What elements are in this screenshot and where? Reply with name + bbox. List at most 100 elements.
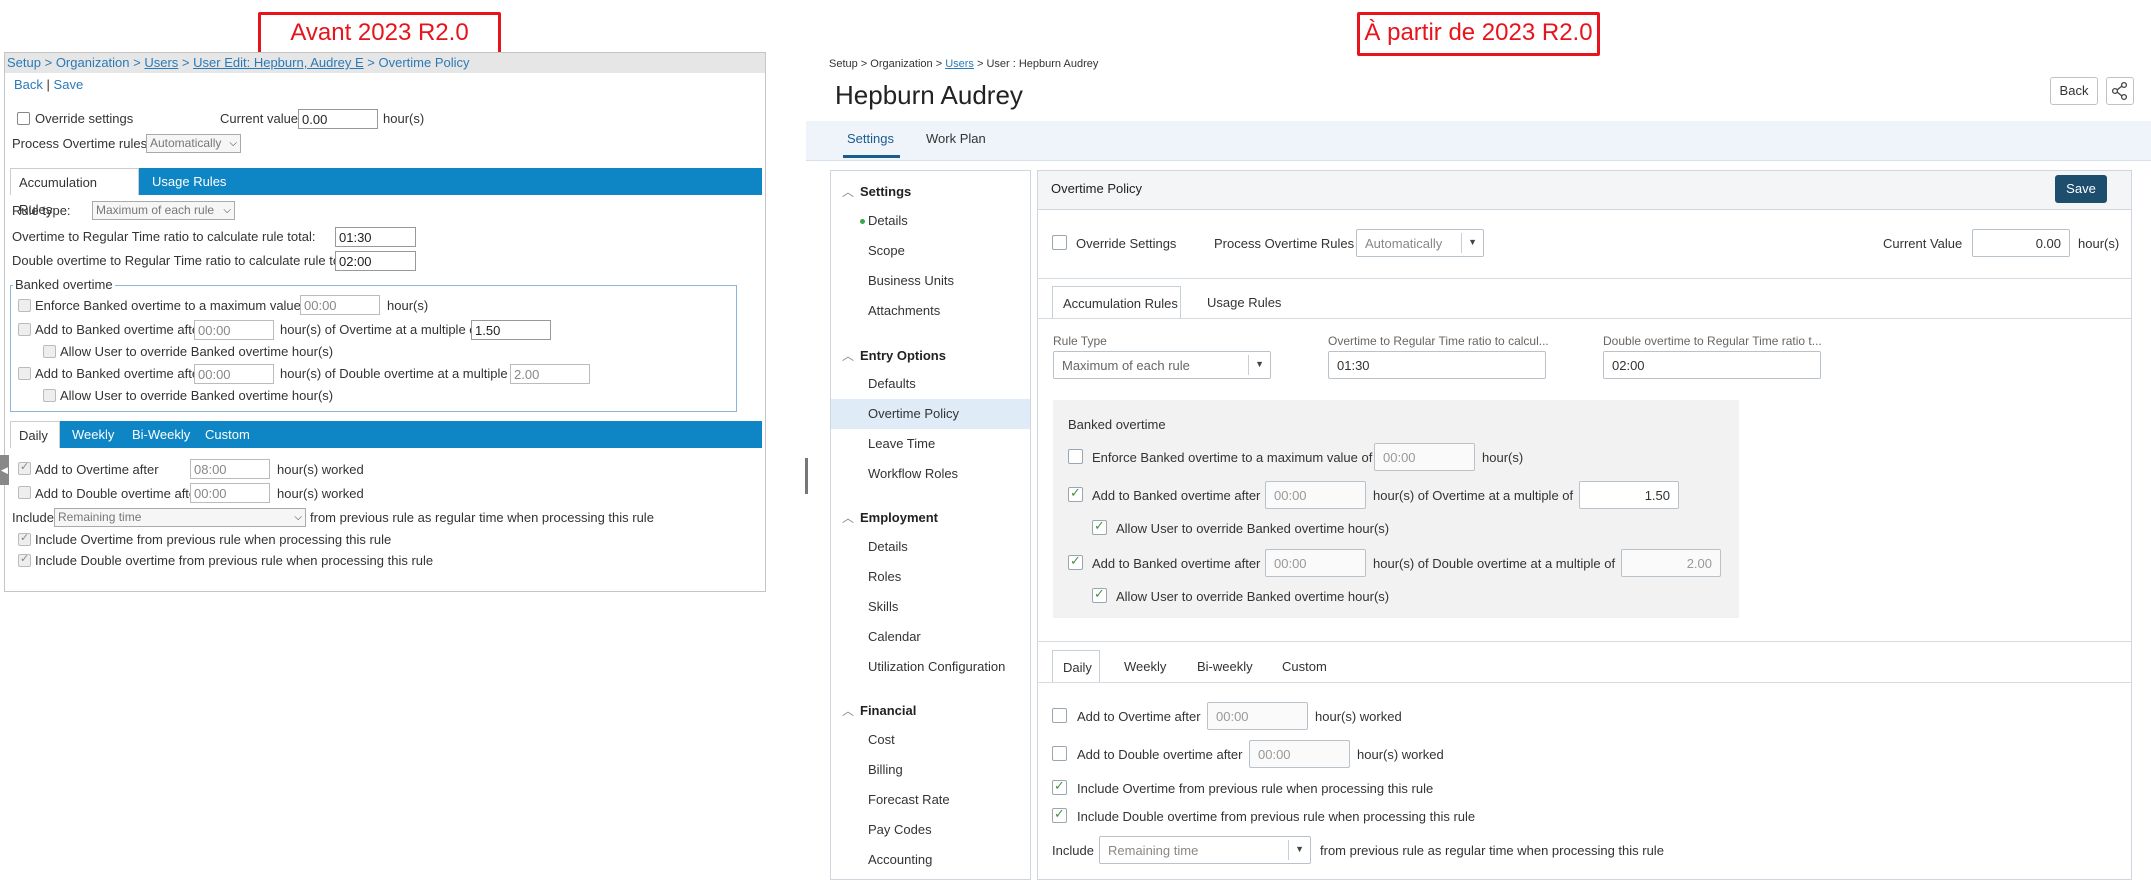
breadcrumb-setup[interactable]: Setup: [7, 55, 41, 70]
rules-tab-bar: Accumulation Rules Usage Rules: [10, 168, 762, 217]
rule-type-select[interactable]: Maximum of each rule ▼: [1053, 351, 1271, 379]
allow-override-checkbox[interactable]: [1092, 518, 1107, 535]
add-banked-ot-input[interactable]: 00:00: [1265, 481, 1366, 509]
select-divider: [1461, 233, 1462, 253]
tab-daily[interactable]: Daily: [10, 421, 60, 448]
add-banked-dot-input[interactable]: 00:00: [1265, 549, 1366, 577]
tab-weekly[interactable]: Weekly: [64, 421, 122, 448]
rule-type-select[interactable]: Maximum of each rule ⌵: [92, 201, 235, 220]
dot-ratio-input[interactable]: [335, 251, 416, 271]
sidebar-item-accounting[interactable]: Accounting: [868, 852, 932, 867]
sidebar-item-scope[interactable]: Scope: [868, 243, 905, 258]
back-button[interactable]: Back: [2050, 77, 2098, 105]
tab-bi-weekly[interactable]: Bi-Weekly: [124, 421, 198, 448]
add-dot-checkbox[interactable]: [1052, 746, 1067, 761]
sidebar-item-cost[interactable]: Cost: [868, 732, 895, 747]
sidebar-group-entry-options[interactable]: ︿ Entry Options: [842, 347, 946, 364]
sidebar-item-business-units[interactable]: Business Units: [868, 273, 954, 288]
sidebar-item-employment-details[interactable]: Details: [868, 539, 908, 554]
sidebar-group-settings[interactable]: ︿ Settings: [842, 183, 911, 200]
breadcrumb-user-edit[interactable]: User Edit: Hepburn, Audrey E: [193, 55, 364, 70]
sidebar-item-billing[interactable]: Billing: [868, 762, 903, 777]
dot-ratio-input[interactable]: 02:00: [1603, 351, 1821, 379]
save-button[interactable]: Save: [2055, 175, 2107, 203]
back-link[interactable]: Back: [14, 77, 43, 92]
add-banked-dot-checkbox[interactable]: [1068, 553, 1083, 570]
add-ot-checkbox[interactable]: [18, 460, 31, 475]
enforce-banked-input[interactable]: [300, 295, 380, 315]
sidebar-group-employment[interactable]: ︿ Employment: [842, 509, 938, 526]
sidebar-item-forecast-rate[interactable]: Forecast Rate: [868, 792, 950, 807]
save-link[interactable]: Save: [54, 77, 84, 92]
splitter-handle[interactable]: [805, 458, 808, 494]
tab-usage-rules[interactable]: Usage Rules: [144, 168, 234, 195]
sidebar-item-workflow-roles[interactable]: Workflow Roles: [868, 466, 958, 481]
tab-work-plan[interactable]: Work Plan: [926, 131, 986, 146]
include-ot-checkbox[interactable]: [1052, 778, 1067, 795]
add-dot-input[interactable]: 00:00: [1249, 740, 1350, 768]
add-banked-ot-input[interactable]: [194, 320, 274, 340]
add-banked-ot-checkbox[interactable]: [1068, 485, 1083, 502]
include-dot-checkbox[interactable]: [1052, 806, 1067, 823]
tab-custom[interactable]: Custom: [197, 421, 258, 448]
override-settings-checkbox[interactable]: [1052, 235, 1067, 250]
include-select[interactable]: Remaining time ⌵: [54, 508, 306, 527]
tab-daily[interactable]: Daily: [1052, 650, 1100, 683]
ot-ratio-input[interactable]: [335, 227, 416, 247]
add-banked-dot-checkbox[interactable]: [18, 367, 31, 380]
sidebar-item-leave-time[interactable]: Leave Time: [868, 436, 935, 451]
current-value-input[interactable]: 0.00: [1972, 229, 2070, 257]
add-dot-input[interactable]: [190, 483, 270, 503]
add-ot-input[interactable]: 00:00: [1207, 702, 1308, 730]
process-overtime-select[interactable]: Automatically ▼: [1356, 229, 1484, 257]
tab-custom[interactable]: Custom: [1282, 659, 1327, 674]
current-value-input[interactable]: [298, 109, 378, 129]
sidebar-item-details[interactable]: Details: [868, 213, 908, 228]
sidebar-item-defaults[interactable]: Defaults: [868, 376, 916, 391]
allow-override-2-checkbox[interactable]: [1092, 586, 1107, 603]
sidebar-item-roles[interactable]: Roles: [868, 569, 901, 584]
add-banked-dot-input[interactable]: [194, 364, 274, 384]
sidebar-group-financial[interactable]: ︿ Financial: [842, 702, 916, 719]
tab-bi-weekly[interactable]: Bi-weekly: [1197, 659, 1253, 674]
include-dot-checkbox[interactable]: [18, 552, 31, 567]
sidebar-item-utilization-configuration[interactable]: Utilization Configuration: [868, 659, 1005, 674]
process-overtime-select[interactable]: Automatically ⌵: [146, 134, 241, 153]
ot-ratio-input[interactable]: 01:30: [1328, 351, 1546, 379]
dot-multiple-input[interactable]: [510, 364, 590, 384]
enforce-banked-input[interactable]: 00:00: [1374, 443, 1475, 471]
tab-weekly[interactable]: Weekly: [1124, 659, 1166, 674]
add-banked-ot-checkbox[interactable]: [18, 323, 31, 336]
dot-multiple-input[interactable]: 2.00: [1621, 549, 1721, 577]
sidebar-item-pay-codes[interactable]: Pay Codes: [868, 822, 932, 837]
share-icon[interactable]: [2106, 77, 2134, 105]
override-settings-checkbox[interactable]: [17, 112, 30, 125]
ot-multiple-input[interactable]: [471, 320, 551, 340]
add-ot-input[interactable]: [190, 459, 270, 479]
sidebar-item-skills[interactable]: Skills: [868, 599, 898, 614]
sidebar-item-attachments[interactable]: Attachments: [868, 303, 940, 318]
breadcrumb-organization[interactable]: Organization: [56, 55, 130, 70]
enforce-banked-checkbox[interactable]: [18, 299, 31, 312]
divider: [1038, 278, 2131, 279]
of-overtime-label: hour(s) of Overtime at a multiple of: [1373, 488, 1574, 503]
breadcrumb-users[interactable]: Users: [945, 58, 974, 70]
chevron-up-icon: ︿: [842, 185, 855, 199]
allow-override-2-checkbox[interactable]: [43, 389, 56, 402]
collapse-handle-icon[interactable]: ◀: [0, 455, 9, 485]
sidebar-item-overtime-policy[interactable]: Overtime Policy: [831, 399, 1030, 429]
add-ot-checkbox[interactable]: [1052, 708, 1067, 723]
tab-usage-rules[interactable]: Usage Rules: [1207, 295, 1281, 310]
breadcrumb-users[interactable]: Users: [144, 55, 178, 70]
sidebar-item-calendar[interactable]: Calendar: [868, 629, 921, 644]
enforce-banked-checkbox[interactable]: [1068, 449, 1083, 464]
tab-settings[interactable]: Settings: [847, 131, 894, 146]
tab-accumulation-rules[interactable]: Accumulation Rules: [10, 168, 139, 217]
ot-multiple-input[interactable]: 1.50: [1579, 481, 1679, 509]
add-dot-checkbox[interactable]: [18, 486, 31, 499]
allow-override-checkbox[interactable]: [43, 345, 56, 358]
include-select[interactable]: Remaining time ▼: [1099, 836, 1311, 864]
dot-ratio-label: Double overtime to Regular Time ratio to…: [12, 253, 358, 268]
include-ot-checkbox[interactable]: [18, 531, 31, 546]
tab-accumulation-rules[interactable]: Accumulation Rules: [1052, 286, 1181, 319]
